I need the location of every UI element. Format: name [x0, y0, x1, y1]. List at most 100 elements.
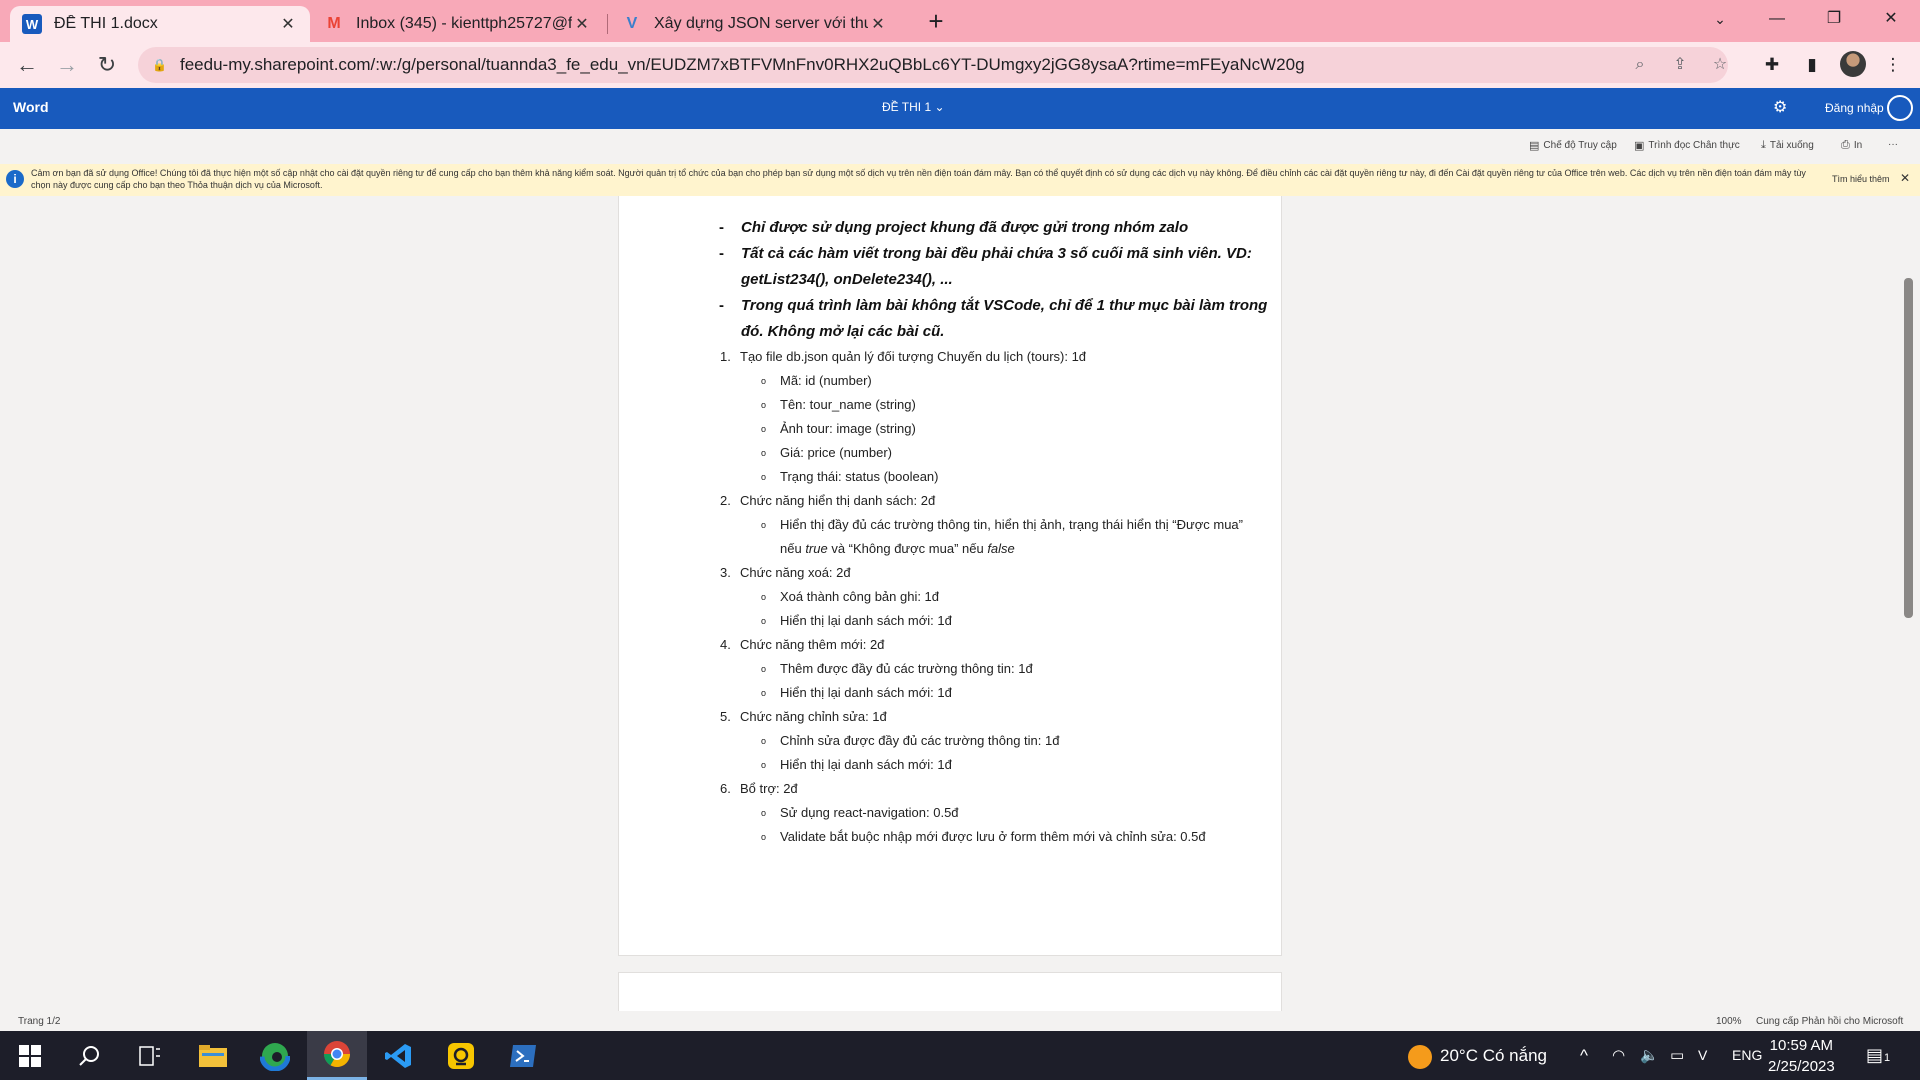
sub-item-text: Hiển thị đầy đủ các trường thông tin, hi…	[780, 517, 1243, 532]
new-tab-button[interactable]: +	[922, 8, 950, 36]
back-button[interactable]: ←	[12, 50, 42, 80]
list-item: 5. Chức năng chỉnh sửa: 1đ	[720, 705, 887, 729]
print-button[interactable]: ⎙ In	[1841, 139, 1862, 152]
sub-item-text: Hiển thị lại danh sách mới: 1đ	[780, 613, 952, 628]
sub-item: o Trạng thái: status (boolean)	[761, 465, 939, 489]
bullet-icon: o	[761, 760, 767, 770]
download-button[interactable]: ⤓ Tải xuống	[1761, 139, 1814, 152]
chrome-glyph	[323, 1041, 351, 1068]
tab-word-doc[interactable]: W ĐỀ THI 1.docx ✕	[10, 6, 310, 42]
rule-line: - Chỉ được sử dụng project khung đã được …	[719, 215, 1188, 241]
window-close-button[interactable]: ✕	[1863, 0, 1919, 38]
language-indicator[interactable]: ENG	[1732, 1031, 1762, 1080]
vietkey-icon[interactable]: V	[1698, 1031, 1707, 1080]
sub-item-text: Xoá thành công bản ghi: 1đ	[780, 589, 940, 604]
sub-item: o Hiển thị lại danh sách mới: 1đ	[761, 753, 952, 777]
dash: -	[719, 245, 724, 262]
bookmark-star-icon[interactable]: ☆	[1708, 53, 1732, 77]
document-page[interactable]: - -Chỉ được sử dụng project khung đã đượ…	[618, 196, 1282, 956]
tab-search-icon[interactable]: ⌄	[1692, 0, 1748, 38]
word-header: Word ĐỀ THI 1 ⌄ ⚙ Đăng nhập	[0, 88, 1920, 129]
printer-icon: ⎙	[1841, 139, 1850, 151]
learn-more-link[interactable]: Tìm hiểu thêm	[1832, 174, 1890, 184]
reload-button[interactable]: ↻	[92, 50, 122, 80]
document-page-2[interactable]	[618, 972, 1282, 1011]
zoom-level[interactable]: 100%	[1716, 1016, 1742, 1027]
task-view-icon[interactable]	[120, 1031, 180, 1080]
battery-icon[interactable]: ▭	[1670, 1031, 1684, 1080]
edge-icon[interactable]	[245, 1031, 305, 1080]
user-icon[interactable]	[1887, 95, 1913, 121]
bullet-icon: o	[761, 832, 767, 842]
item-number: 6.	[720, 781, 731, 796]
zoom-icon[interactable]: ⌕	[1628, 53, 1652, 77]
gmail-icon: M	[327, 15, 341, 32]
list-item: 2. Chức năng hiển thị danh sách: 2đ	[720, 489, 935, 513]
address-bar[interactable]: 🔒 feedu-my.sharepoint.com/:w:/g/personal…	[138, 47, 1728, 83]
volume-icon[interactable]: 🔈	[1640, 1031, 1659, 1080]
text-run-italic: false	[987, 541, 1015, 556]
sub-item: o Chỉnh sửa được đầy đủ các trường thông …	[761, 729, 1060, 753]
terminal-icon[interactable]	[493, 1031, 553, 1080]
rule-line: đó. Không mở lại các bài cũ.	[741, 319, 944, 345]
vertical-scrollbar[interactable]	[1904, 278, 1913, 618]
menu-kebab-icon[interactable]: ⋮	[1880, 52, 1906, 78]
cmd-label: Trình đọc Chân thực	[1648, 140, 1740, 151]
close-icon[interactable]: ✕	[572, 14, 592, 34]
privacy-info-bar: i Cảm ơn bạn đã sử dụng Office! Chúng tô…	[0, 164, 1920, 196]
sub-item-text: Thêm được đầy đủ các trường thông tin: 1…	[780, 661, 1033, 676]
bullet-icon: o	[761, 424, 767, 434]
sub-item-text: Chỉnh sửa được đầy đủ các trường thông t…	[780, 733, 1060, 748]
sign-in-link[interactable]: Đăng nhập	[1825, 101, 1884, 115]
document-canvas: - -Chỉ được sử dụng project khung đã đượ…	[0, 196, 1920, 1011]
sun-icon	[1408, 1045, 1432, 1070]
bullet-icon: o	[761, 808, 767, 818]
rule-text: getList234(), onDelete234(), ...	[741, 271, 953, 288]
vscode-icon[interactable]	[369, 1031, 429, 1080]
clock[interactable]: 10:59 AM 2/25/2023	[1768, 1035, 1835, 1077]
search-icon[interactable]	[60, 1031, 120, 1080]
sub-item-text: Ảnh tour: image (string)	[780, 421, 916, 436]
show-hidden-icons-chevron-up-icon[interactable]: ^	[1580, 1031, 1588, 1080]
side-panel-icon[interactable]: ▮	[1799, 52, 1825, 78]
tab-gmail[interactable]: M Inbox (345) - kienttph25727@fpt ✕	[312, 6, 604, 42]
lock-icon[interactable]: 🔒	[152, 58, 167, 72]
minimize-button[interactable]: —	[1749, 0, 1805, 38]
sub-item: o Hiển thị đầy đủ các trường thông tin, h…	[761, 513, 1243, 537]
accessibility-mode-button[interactable]: ▤ Chế độ Truy cập	[1529, 139, 1617, 152]
cmd-label: Chế độ Truy cập	[1543, 140, 1617, 151]
profile-avatar[interactable]	[1840, 51, 1866, 77]
item-number: 2.	[720, 493, 731, 508]
close-icon[interactable]: ✕	[868, 14, 888, 34]
page-count: Trang 1/2	[18, 1016, 61, 1027]
rule-text: Tất cả các hàm viết trong bài đều phải c…	[741, 245, 1252, 262]
item-text: Bổ trợ: 2đ	[740, 781, 798, 796]
gear-icon[interactable]: ⚙	[1773, 97, 1787, 117]
network-wifi-icon[interactable]: ◠	[1612, 1031, 1625, 1080]
sub-item: o Hiển thị lại danh sách mới: 1đ	[761, 609, 952, 633]
windows-start-button[interactable]	[0, 1031, 60, 1080]
file-explorer-icon[interactable]	[183, 1031, 243, 1080]
postman-icon[interactable]	[431, 1031, 491, 1080]
feedback-link[interactable]: Cung cấp Phản hồi cho Microsoft	[1756, 1016, 1903, 1027]
magnifier-glyph	[79, 1045, 99, 1066]
close-icon[interactable]: ✕	[1900, 171, 1910, 185]
tab-json-server[interactable]: V Xây dựng JSON server với thư việ ✕	[610, 6, 900, 42]
close-icon[interactable]: ✕	[278, 14, 298, 34]
extensions-icon[interactable]: ✚	[1759, 52, 1785, 78]
forward-button[interactable]: →	[52, 50, 82, 80]
app-name[interactable]: Word	[13, 99, 49, 115]
item-text: Tạo file db.json quản lý đối tượng Chuyế…	[740, 349, 1087, 364]
chrome-icon[interactable]	[307, 1031, 367, 1080]
restore-button[interactable]: ❐	[1806, 0, 1862, 38]
browser-toolbar: ← → ↻ 🔒 feedu-my.sharepoint.com/:w:/g/pe…	[0, 42, 1920, 88]
share-icon[interactable]: ⇪	[1668, 53, 1692, 77]
bullet-icon: o	[761, 736, 767, 746]
notification-center-icon[interactable]: ▤1	[1866, 1031, 1890, 1080]
document-title[interactable]: ĐỀ THI 1 ⌄	[882, 100, 945, 114]
sub-item: o Tên: tour_name (string)	[761, 393, 916, 417]
immersive-reader-button[interactable]: ▣ Trình đọc Chân thực	[1634, 139, 1740, 152]
more-options-icon[interactable]: ···	[1888, 139, 1898, 150]
bullet-icon: o	[761, 520, 767, 530]
weather-widget[interactable]: 20°C Có nắng	[1408, 1031, 1547, 1080]
